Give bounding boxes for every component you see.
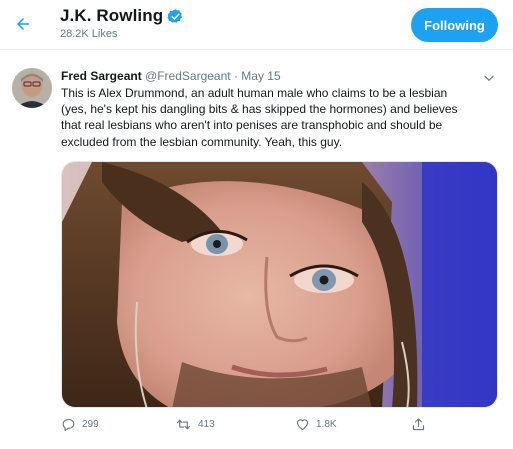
likes-count: 28.2K Likes xyxy=(60,28,118,40)
tweet-text-line: (yes, he's kept his dangling bits & has … xyxy=(61,102,458,117)
author-name[interactable]: Fred Sargeant xyxy=(61,69,142,83)
tweet-date[interactable]: May 15 xyxy=(241,69,280,83)
retweet-count: 413 xyxy=(198,419,215,430)
tweet-actions: 299 413 1.8K xyxy=(61,417,461,437)
arrow-left-icon xyxy=(17,18,29,30)
verified-badge-icon xyxy=(167,8,183,23)
heart-icon xyxy=(296,419,309,431)
tweet-header: Fred Sargeant @FredSargeant · May 15 xyxy=(61,69,281,83)
author-handle[interactable]: @FredSargeant xyxy=(145,69,231,83)
retweet-button[interactable]: 413 xyxy=(175,417,215,432)
header-titles: J.K. Rowling 28.2K Likes xyxy=(60,6,184,40)
tweet[interactable]: Fred Sargeant @FredSargeant · May 15 Thi… xyxy=(0,57,513,449)
avatar[interactable] xyxy=(12,68,52,108)
following-button[interactable]: Following xyxy=(411,8,498,42)
tweet-text-line: that real lesbians who aren't into penis… xyxy=(61,118,443,133)
retweet-icon xyxy=(177,419,190,430)
reply-button[interactable]: 299 xyxy=(61,417,99,432)
share-button[interactable] xyxy=(411,417,426,432)
chevron-down-icon[interactable] xyxy=(482,71,496,85)
reply-icon xyxy=(62,418,75,431)
page-title: J.K. Rowling xyxy=(60,6,164,25)
back-button[interactable] xyxy=(8,9,38,39)
like-count: 1.8K xyxy=(316,419,337,430)
tweet-text: This is Alex Drummond, an adult human ma… xyxy=(61,85,501,150)
avatar-image xyxy=(12,68,52,108)
tweet-photo[interactable] xyxy=(61,161,498,408)
photo-image xyxy=(62,162,497,407)
like-button[interactable]: 1.8K xyxy=(295,417,337,432)
dot-separator: · xyxy=(233,69,238,83)
tweet-text-line: This is Alex Drummond, an adult human ma… xyxy=(61,86,448,100)
tweet-text-line: excluded from the lesbian community. Yea… xyxy=(61,134,343,149)
share-icon xyxy=(412,418,425,431)
reply-count: 299 xyxy=(82,419,99,430)
profile-header: J.K. Rowling 28.2K Likes Following xyxy=(0,0,513,50)
